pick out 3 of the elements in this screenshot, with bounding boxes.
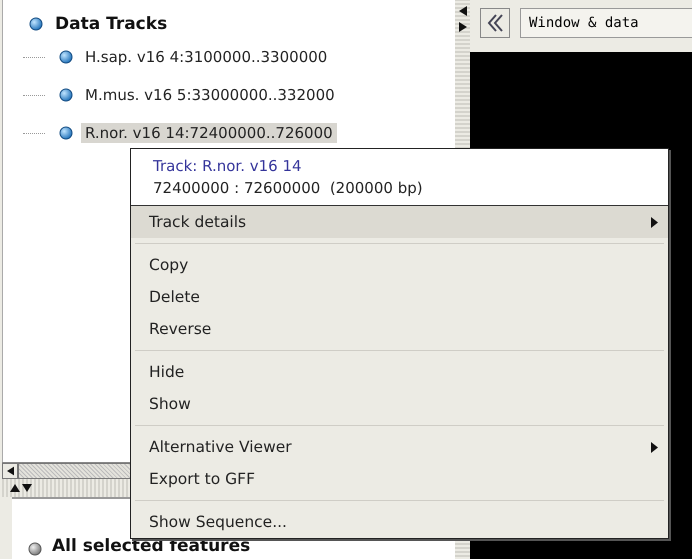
panel-title: All selected features <box>52 536 250 556</box>
track-title: Track: R.nor. v16 14 <box>153 157 303 175</box>
track-range: 72400000 : 72600000 (200000 bp) <box>153 179 424 197</box>
